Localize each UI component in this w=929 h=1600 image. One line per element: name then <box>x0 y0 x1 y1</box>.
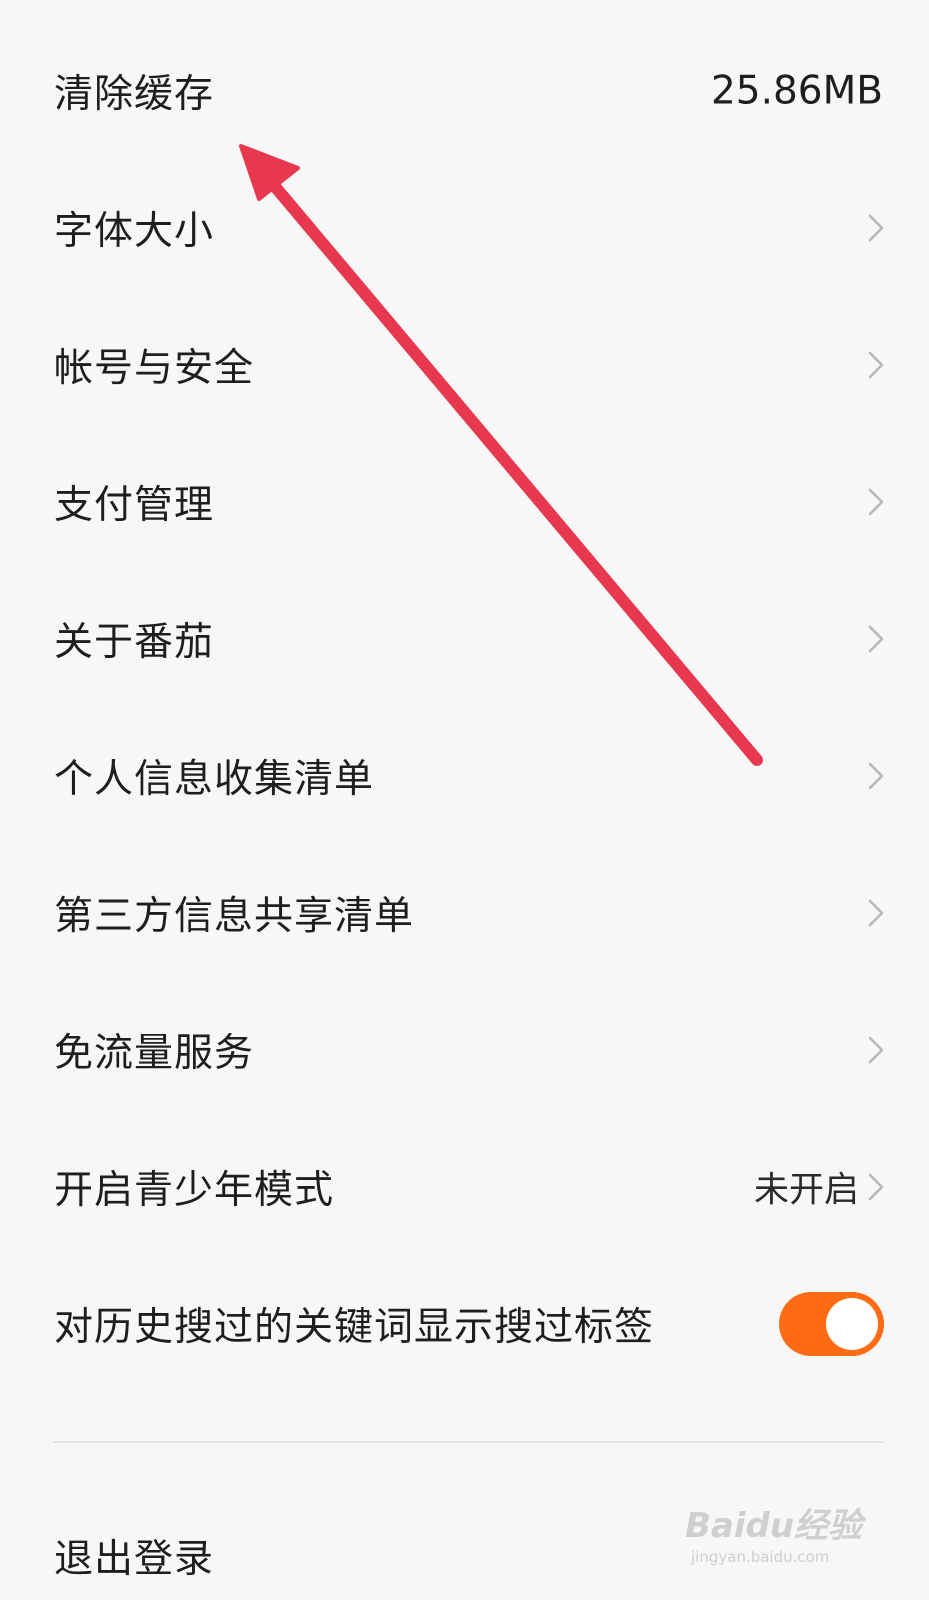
chevron-right-icon <box>868 1036 884 1063</box>
free-data-service-row[interactable]: 免流量服务 <box>0 981 929 1118</box>
personal-info-list-label: 个人信息收集清单 <box>54 756 375 802</box>
about-row[interactable]: 关于番茄 <box>0 570 929 707</box>
settings-list: 清除缓存 25.86MB 字体大小 帐号与安全 支付管理 关于番茄 个人信息收集… <box>0 22 929 1392</box>
account-security-label: 帐号与安全 <box>54 345 255 391</box>
youth-mode-label: 开启青少年模式 <box>54 1167 335 1213</box>
baidu-watermark: Baidu经验 jingyan.baidu.com <box>685 1498 865 1588</box>
about-label: 关于番茄 <box>54 619 215 665</box>
chevron-right-icon <box>868 899 884 926</box>
payment-management-row[interactable]: 支付管理 <box>0 433 929 570</box>
third-party-sharing-label: 第三方信息共享清单 <box>54 893 415 939</box>
watermark-brand: Baidu经验 <box>685 1506 863 1546</box>
search-tag-row: 对历史搜过的关键词显示搜过标签 <box>0 1255 929 1392</box>
chevron-right-icon <box>868 214 884 241</box>
toggle-knob <box>826 1297 878 1350</box>
font-size-row[interactable]: 字体大小 <box>0 159 929 296</box>
third-party-sharing-row[interactable]: 第三方信息共享清单 <box>0 844 929 981</box>
search-tag-toggle[interactable] <box>779 1291 884 1356</box>
chevron-right-icon <box>868 351 884 378</box>
search-tag-label: 对历史搜过的关键词显示搜过标签 <box>54 1304 655 1350</box>
free-data-service-label: 免流量服务 <box>54 1030 255 1076</box>
clear-cache-row[interactable]: 清除缓存 25.86MB <box>0 22 929 159</box>
chevron-right-icon <box>868 1173 884 1200</box>
youth-mode-status: 未开启 <box>753 1170 859 1210</box>
chevron-right-icon <box>868 488 884 515</box>
cache-size-value: 25.86MB <box>710 68 883 113</box>
watermark-url: jingyan.baidu.com <box>691 1548 830 1566</box>
chevron-right-icon <box>868 762 884 789</box>
chevron-right-icon <box>868 625 884 652</box>
personal-info-list-row[interactable]: 个人信息收集清单 <box>0 707 929 844</box>
youth-mode-row[interactable]: 开启青少年模式 未开启 <box>0 1118 929 1255</box>
font-size-label: 字体大小 <box>54 208 215 254</box>
account-security-row[interactable]: 帐号与安全 <box>0 296 929 433</box>
divider <box>53 1441 884 1443</box>
clear-cache-label: 清除缓存 <box>54 71 215 117</box>
logout-button[interactable]: 退出登录 <box>54 1528 214 1584</box>
payment-management-label: 支付管理 <box>54 482 215 528</box>
